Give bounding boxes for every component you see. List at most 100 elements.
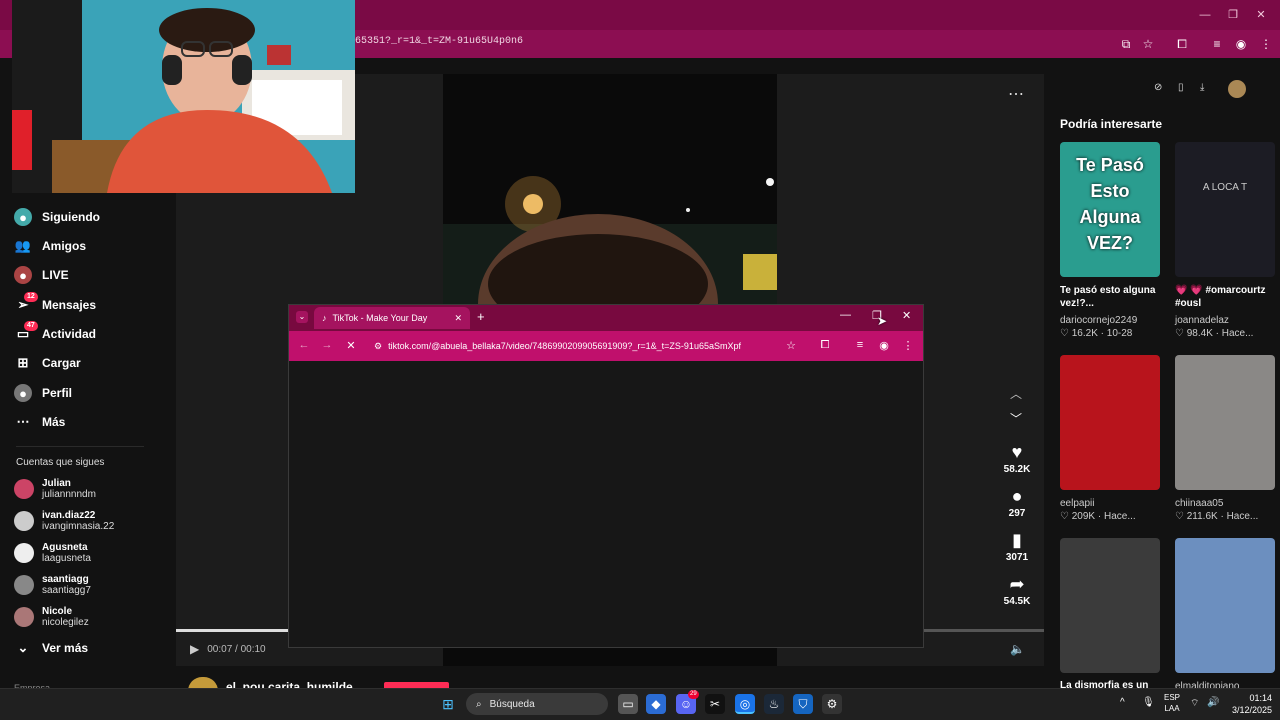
reco-user[interactable]: chiinaaa05 <box>1175 498 1223 509</box>
task-view-icon[interactable]: ▭ <box>618 694 638 714</box>
language-indicator[interactable]: ESP LAA <box>1164 692 1180 714</box>
clock[interactable]: 01:14 3/12/2025 <box>1224 692 1272 716</box>
prev-video-icon[interactable]: ︿ <box>1010 385 1022 402</box>
account-handle: saantiagg7 <box>42 585 91 596</box>
taskbar-search[interactable]: ⌕ Búsqueda <box>466 693 608 715</box>
site-info-icon[interactable]: ⚙ <box>374 341 382 352</box>
bookmark-button[interactable]: ▮ 3071 <box>1003 530 1031 563</box>
followed-account[interactable]: Agusneta laagusneta <box>14 542 91 564</box>
media-icon[interactable]: ≡ <box>1208 35 1226 53</box>
reco-stats: ♡ 211.6K · Hace... <box>1175 511 1259 522</box>
reco-caption[interactable]: Te pasó esto alguna vez!?... <box>1060 284 1160 310</box>
sidebar-item-following[interactable]: ● Siguiendo <box>14 205 100 229</box>
back-icon[interactable]: ← <box>296 339 312 351</box>
tray-overflow-icon[interactable]: ^ <box>1120 697 1125 708</box>
star-icon[interactable]: ☆ <box>1139 35 1157 53</box>
avatar <box>14 575 34 595</box>
sidebar-item-friends[interactable]: 👥 Amigos <box>14 234 86 258</box>
see-more-link[interactable]: ⌄ Ver más <box>14 636 89 660</box>
windows-start-icon[interactable]: ⊞ <box>438 694 458 714</box>
play-icon[interactable]: ▶ <box>190 642 199 656</box>
reco-thumbnail[interactable] <box>1175 355 1275 490</box>
followed-account[interactable]: ivan.diaz22 ivangimnasia.22 <box>14 510 114 532</box>
volume-icon[interactable]: 🔈 <box>1010 642 1025 656</box>
microphone-icon[interactable]: 🎙 <box>1142 697 1155 708</box>
menu-icon[interactable]: ⋮ <box>1257 35 1275 53</box>
volume-icon[interactable]: 🔊 <box>1207 697 1219 708</box>
reco-thumbnail[interactable] <box>1060 355 1160 490</box>
media-icon[interactable]: ≡ <box>852 339 868 351</box>
reco-user[interactable]: dariocornejo2249 <box>1060 315 1137 326</box>
coin-icon[interactable]: ⊘ <box>1154 82 1162 93</box>
more-icon: ⋯ <box>16 414 30 429</box>
star-icon[interactable]: ☆ <box>783 339 799 352</box>
capcut-icon[interactable]: ✂ <box>705 694 725 714</box>
more-options-icon[interactable]: ⋯ <box>1008 84 1024 104</box>
forward-icon[interactable]: → <box>319 339 335 351</box>
sidebar-item-label: LIVE <box>42 268 69 282</box>
device-icon[interactable]: ▯ <box>1178 82 1184 93</box>
account-name: ivan.diaz22 <box>42 510 96 521</box>
close-icon[interactable]: ✕ <box>1252 6 1270 24</box>
taskbar <box>0 688 1280 720</box>
popup-url-field[interactable]: ⚙ tiktok.com/@abuela_bellaka7/video/7486… <box>374 337 774 355</box>
followed-account[interactable]: saantiagg saantiagg7 <box>14 574 91 596</box>
thumbnail-text: A LOCA T <box>1202 182 1248 193</box>
reco-thumbnail[interactable] <box>1175 538 1275 673</box>
extensions-icon[interactable]: ⧠ <box>817 339 833 352</box>
messages-icon: ➢ 12 <box>14 292 38 314</box>
followed-account[interactable]: Nicole nicolegilez <box>14 606 89 628</box>
reco-thumbnail[interactable] <box>1060 538 1160 673</box>
like-button[interactable]: ♥ 58.2K <box>1003 442 1031 475</box>
followed-account[interactable]: Julian juliannnndm <box>14 478 96 500</box>
shield-icon[interactable]: ⛉ <box>793 694 813 714</box>
heart-icon: ♥ <box>1011 442 1023 462</box>
activity-icon: ▭ 47 <box>14 321 38 343</box>
copilot-icon[interactable]: ◆ <box>646 694 666 714</box>
recommendations-title: Podría interesarte <box>1060 117 1163 131</box>
avatar <box>14 511 34 531</box>
next-video-icon[interactable]: ﹀ <box>1010 410 1022 427</box>
sidebar-item-activity[interactable]: ▭ 47 Actividad <box>14 321 96 346</box>
sidebar-item-more[interactable]: ⋯ Más <box>14 410 66 434</box>
extensions-icon[interactable]: ⧠ <box>1173 35 1191 53</box>
sidebar-item-label: Mensajes <box>42 298 97 312</box>
maximize-icon[interactable]: ❐ <box>1224 6 1242 24</box>
new-tab-icon[interactable]: + <box>477 309 485 324</box>
minimize-icon[interactable]: — <box>1196 6 1214 24</box>
user-avatar[interactable] <box>1228 80 1246 98</box>
sidebar-item-messages[interactable]: ➢ 12 Mensajes <box>14 292 97 317</box>
upload-icon: ⊞ <box>17 355 29 370</box>
reco-stats: ♡ 98.4K · Hace... <box>1175 328 1254 339</box>
sidebar-divider <box>16 446 144 447</box>
search-icon: ⌕ <box>476 698 482 710</box>
menu-icon[interactable]: ⋮ <box>900 339 916 352</box>
share-button[interactable]: ➦ 54.5K <box>1003 574 1031 607</box>
sidebar-item-upload[interactable]: ⊞ Cargar <box>14 351 81 375</box>
screencast-icon[interactable]: ⧉ <box>1117 35 1135 53</box>
stop-loading-icon[interactable]: ✕ <box>343 339 359 352</box>
chrome-icon[interactable]: ◎ <box>735 694 755 714</box>
reco-thumbnail[interactable]: Te Pasó Esto Alguna VEZ? <box>1060 142 1160 277</box>
download-icon[interactable]: ⤓ <box>1200 82 1204 93</box>
reco-user[interactable]: joannadelaz <box>1175 315 1229 326</box>
reco-caption[interactable]: 💗 💗 #omarcourtz #ousl <box>1175 284 1275 310</box>
bookmark-count: 3071 <box>1005 552 1029 563</box>
back-url-text[interactable]: 6535​1?_r=1&_t=ZM-91u65U4p0n6 <box>355 36 523 47</box>
reco-user[interactable]: eelpapii <box>1060 498 1094 509</box>
settings-icon[interactable]: ⚙ <box>822 694 842 714</box>
tab-search-icon[interactable]: ⌄ <box>296 311 308 323</box>
wifi-icon[interactable]: ⌔ <box>1190 697 1199 710</box>
sidebar-item-live[interactable]: ● LIVE <box>14 263 69 287</box>
reco-thumbnail[interactable]: A LOCA T <box>1175 142 1275 277</box>
popup-close-icon[interactable]: ✕ <box>902 309 911 322</box>
popup-minimize-icon[interactable]: — <box>840 309 851 321</box>
steam-icon[interactable]: ♨ <box>764 694 784 714</box>
profile-icon[interactable]: ◉ <box>876 339 892 352</box>
profile-icon[interactable]: ◉ <box>1232 35 1250 53</box>
tab-close-icon[interactable]: ✕ <box>454 313 462 324</box>
sidebar-item-profile[interactable]: ● Perfil <box>14 381 72 405</box>
comment-button[interactable]: ● 297 <box>1003 486 1031 519</box>
discord-icon[interactable]: ☺ 29 <box>676 690 699 714</box>
popup-tab[interactable]: ♪ TikTok - Make Your Day ✕ <box>314 307 470 329</box>
